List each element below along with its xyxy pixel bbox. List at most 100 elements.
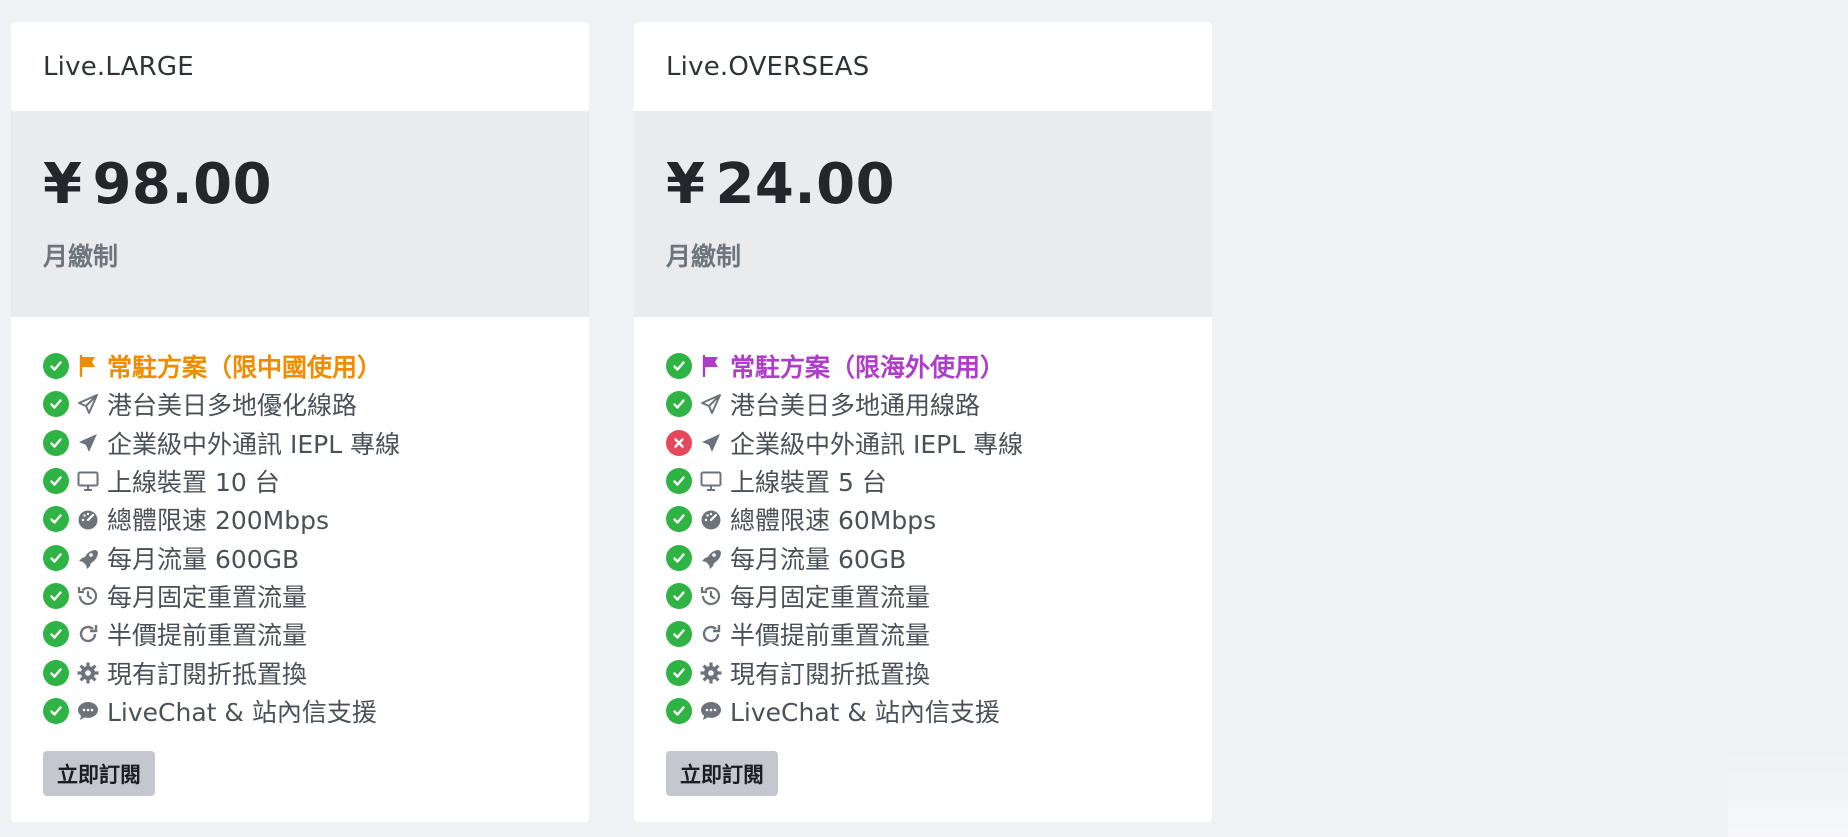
history-icon (696, 582, 726, 610)
feature-text: 港台美日多地通用線路 (730, 391, 981, 421)
background-shadow (1728, 750, 1848, 837)
feature-text: 常駐方案（限中國使用） (107, 353, 383, 383)
plan-price: ¥98.00 (43, 111, 557, 213)
desktop-icon (696, 467, 726, 495)
feature-text: 每月流量 60GB (730, 544, 907, 574)
feature-item: 半價提前重置流量 (43, 615, 557, 653)
plan-card-large: Live.LARGE ¥98.00 月繳制 常駐方案（限中國使用） 港台美日多地優… (11, 22, 589, 822)
flag-icon (73, 352, 103, 380)
feature-text: 半價提前重置流量 (107, 621, 308, 651)
feature-text: 常駐方案（限海外使用） (730, 353, 1006, 383)
feature-item: LiveChat & 站內信支援 (666, 692, 1180, 730)
gear-icon (73, 659, 103, 687)
feature-text: 上線裝置 10 台 (107, 468, 280, 498)
rocket-icon (696, 544, 726, 572)
check-circle-icon (43, 582, 69, 609)
feature-item: 港台美日多地優化線路 (43, 385, 557, 423)
feature-text: 現有訂閱折抵置換 (107, 659, 308, 689)
feature-item: 常駐方案（限海外使用） (666, 347, 1180, 385)
feature-item: 現有訂閱折抵置換 (666, 653, 1180, 691)
plan-price: ¥24.00 (666, 111, 1180, 213)
feature-text: 上線裝置 5 台 (730, 468, 887, 498)
check-circle-icon (666, 659, 692, 686)
feature-item: 港台美日多地通用線路 (666, 385, 1180, 423)
feature-item: 每月固定重置流量 (666, 577, 1180, 615)
check-circle-icon (43, 429, 69, 456)
check-circle-icon (666, 582, 692, 609)
feature-text: 總體限速 60Mbps (730, 506, 937, 536)
feature-text: 港台美日多地優化線路 (107, 391, 358, 421)
check-circle-icon (666, 353, 692, 380)
paper-plane-icon (696, 429, 726, 457)
price-amount: 24.00 (715, 152, 896, 217)
currency-symbol: ¥ (666, 152, 706, 217)
feature-item: 常駐方案（限中國使用） (43, 347, 557, 385)
plan-name: Live.OVERSEAS (666, 51, 870, 82)
feature-text: 企業級中外通訊 IEPL 專線 (107, 429, 401, 459)
feature-text: 總體限速 200Mbps (107, 506, 329, 536)
feature-item: 企業級中外通訊 IEPL 專線 (666, 424, 1180, 462)
check-circle-icon (43, 468, 69, 495)
feature-item: LiveChat & 站內信支援 (43, 692, 557, 730)
billing-cycle: 月繳制 (666, 242, 742, 271)
check-circle-icon (43, 391, 69, 418)
redo-icon (696, 620, 726, 648)
speedometer-icon (73, 505, 103, 533)
feature-item: 每月流量 600GB (43, 538, 557, 576)
check-circle-icon (43, 697, 69, 724)
feature-list: 常駐方案（限中國使用） 港台美日多地優化線路企業級中外通訊 IEPL 專線 上線裝置… (11, 317, 589, 730)
feature-text: LiveChat & 站內信支援 (107, 697, 377, 727)
plan-card-overseas: Live.OVERSEAS ¥24.00 月繳制 常駐方案（限海外使用） 港台美日… (634, 22, 1212, 822)
check-circle-icon (666, 468, 692, 495)
rocket-icon (73, 544, 103, 572)
subscribe-button[interactable]: 立即訂閱 (43, 751, 155, 796)
feature-text: 每月流量 600GB (107, 544, 300, 574)
pricing-page: Live.LARGE ¥98.00 月繳制 常駐方案（限中國使用） 港台美日多地優… (0, 0, 1848, 837)
paper-plane-outline-icon (696, 390, 726, 418)
history-icon (73, 582, 103, 610)
feature-item: 總體限速 200Mbps (43, 500, 557, 538)
feature-item: 上線裝置 10 台 (43, 462, 557, 500)
check-circle-icon (43, 659, 69, 686)
gear-icon (696, 659, 726, 687)
plan-name: Live.LARGE (43, 51, 194, 82)
billing-cycle: 月繳制 (43, 242, 119, 271)
feature-item: 總體限速 60Mbps (666, 500, 1180, 538)
feature-text: 現有訂閱折抵置換 (730, 659, 931, 689)
paper-plane-icon (73, 429, 103, 457)
flag-icon (696, 352, 726, 380)
feature-item: 每月固定重置流量 (43, 577, 557, 615)
chat-icon (696, 697, 726, 725)
redo-icon (73, 620, 103, 648)
feature-list: 常駐方案（限海外使用） 港台美日多地通用線路企業級中外通訊 IEPL 專線 上線裝置… (634, 317, 1212, 730)
subscribe-button[interactable]: 立即訂閱 (666, 751, 778, 796)
feature-text: 半價提前重置流量 (730, 621, 931, 651)
feature-text: 每月固定重置流量 (730, 582, 931, 612)
price-amount: 98.00 (92, 152, 273, 217)
check-circle-icon (666, 391, 692, 418)
currency-symbol: ¥ (43, 152, 83, 217)
check-circle-icon (666, 544, 692, 571)
price-section: ¥24.00 月繳制 (634, 111, 1212, 317)
feature-item: 半價提前重置流量 (666, 615, 1180, 653)
feature-text: LiveChat & 站內信支援 (730, 697, 1000, 727)
check-circle-icon (666, 621, 692, 648)
check-circle-icon (43, 506, 69, 533)
check-circle-icon (43, 544, 69, 571)
price-section: ¥98.00 月繳制 (11, 111, 589, 317)
feature-item: 現有訂閱折抵置換 (43, 653, 557, 691)
check-circle-icon (666, 506, 692, 533)
x-circle-icon (666, 429, 692, 456)
feature-text: 企業級中外通訊 IEPL 專線 (730, 429, 1024, 459)
paper-plane-outline-icon (73, 390, 103, 418)
feature-item: 上線裝置 5 台 (666, 462, 1180, 500)
check-circle-icon (43, 353, 69, 380)
feature-item: 每月流量 60GB (666, 538, 1180, 576)
feature-text: 每月固定重置流量 (107, 582, 308, 612)
feature-item: 企業級中外通訊 IEPL 專線 (43, 424, 557, 462)
check-circle-icon (666, 697, 692, 724)
desktop-icon (73, 467, 103, 495)
chat-icon (73, 697, 103, 725)
check-circle-icon (43, 621, 69, 648)
speedometer-icon (696, 505, 726, 533)
